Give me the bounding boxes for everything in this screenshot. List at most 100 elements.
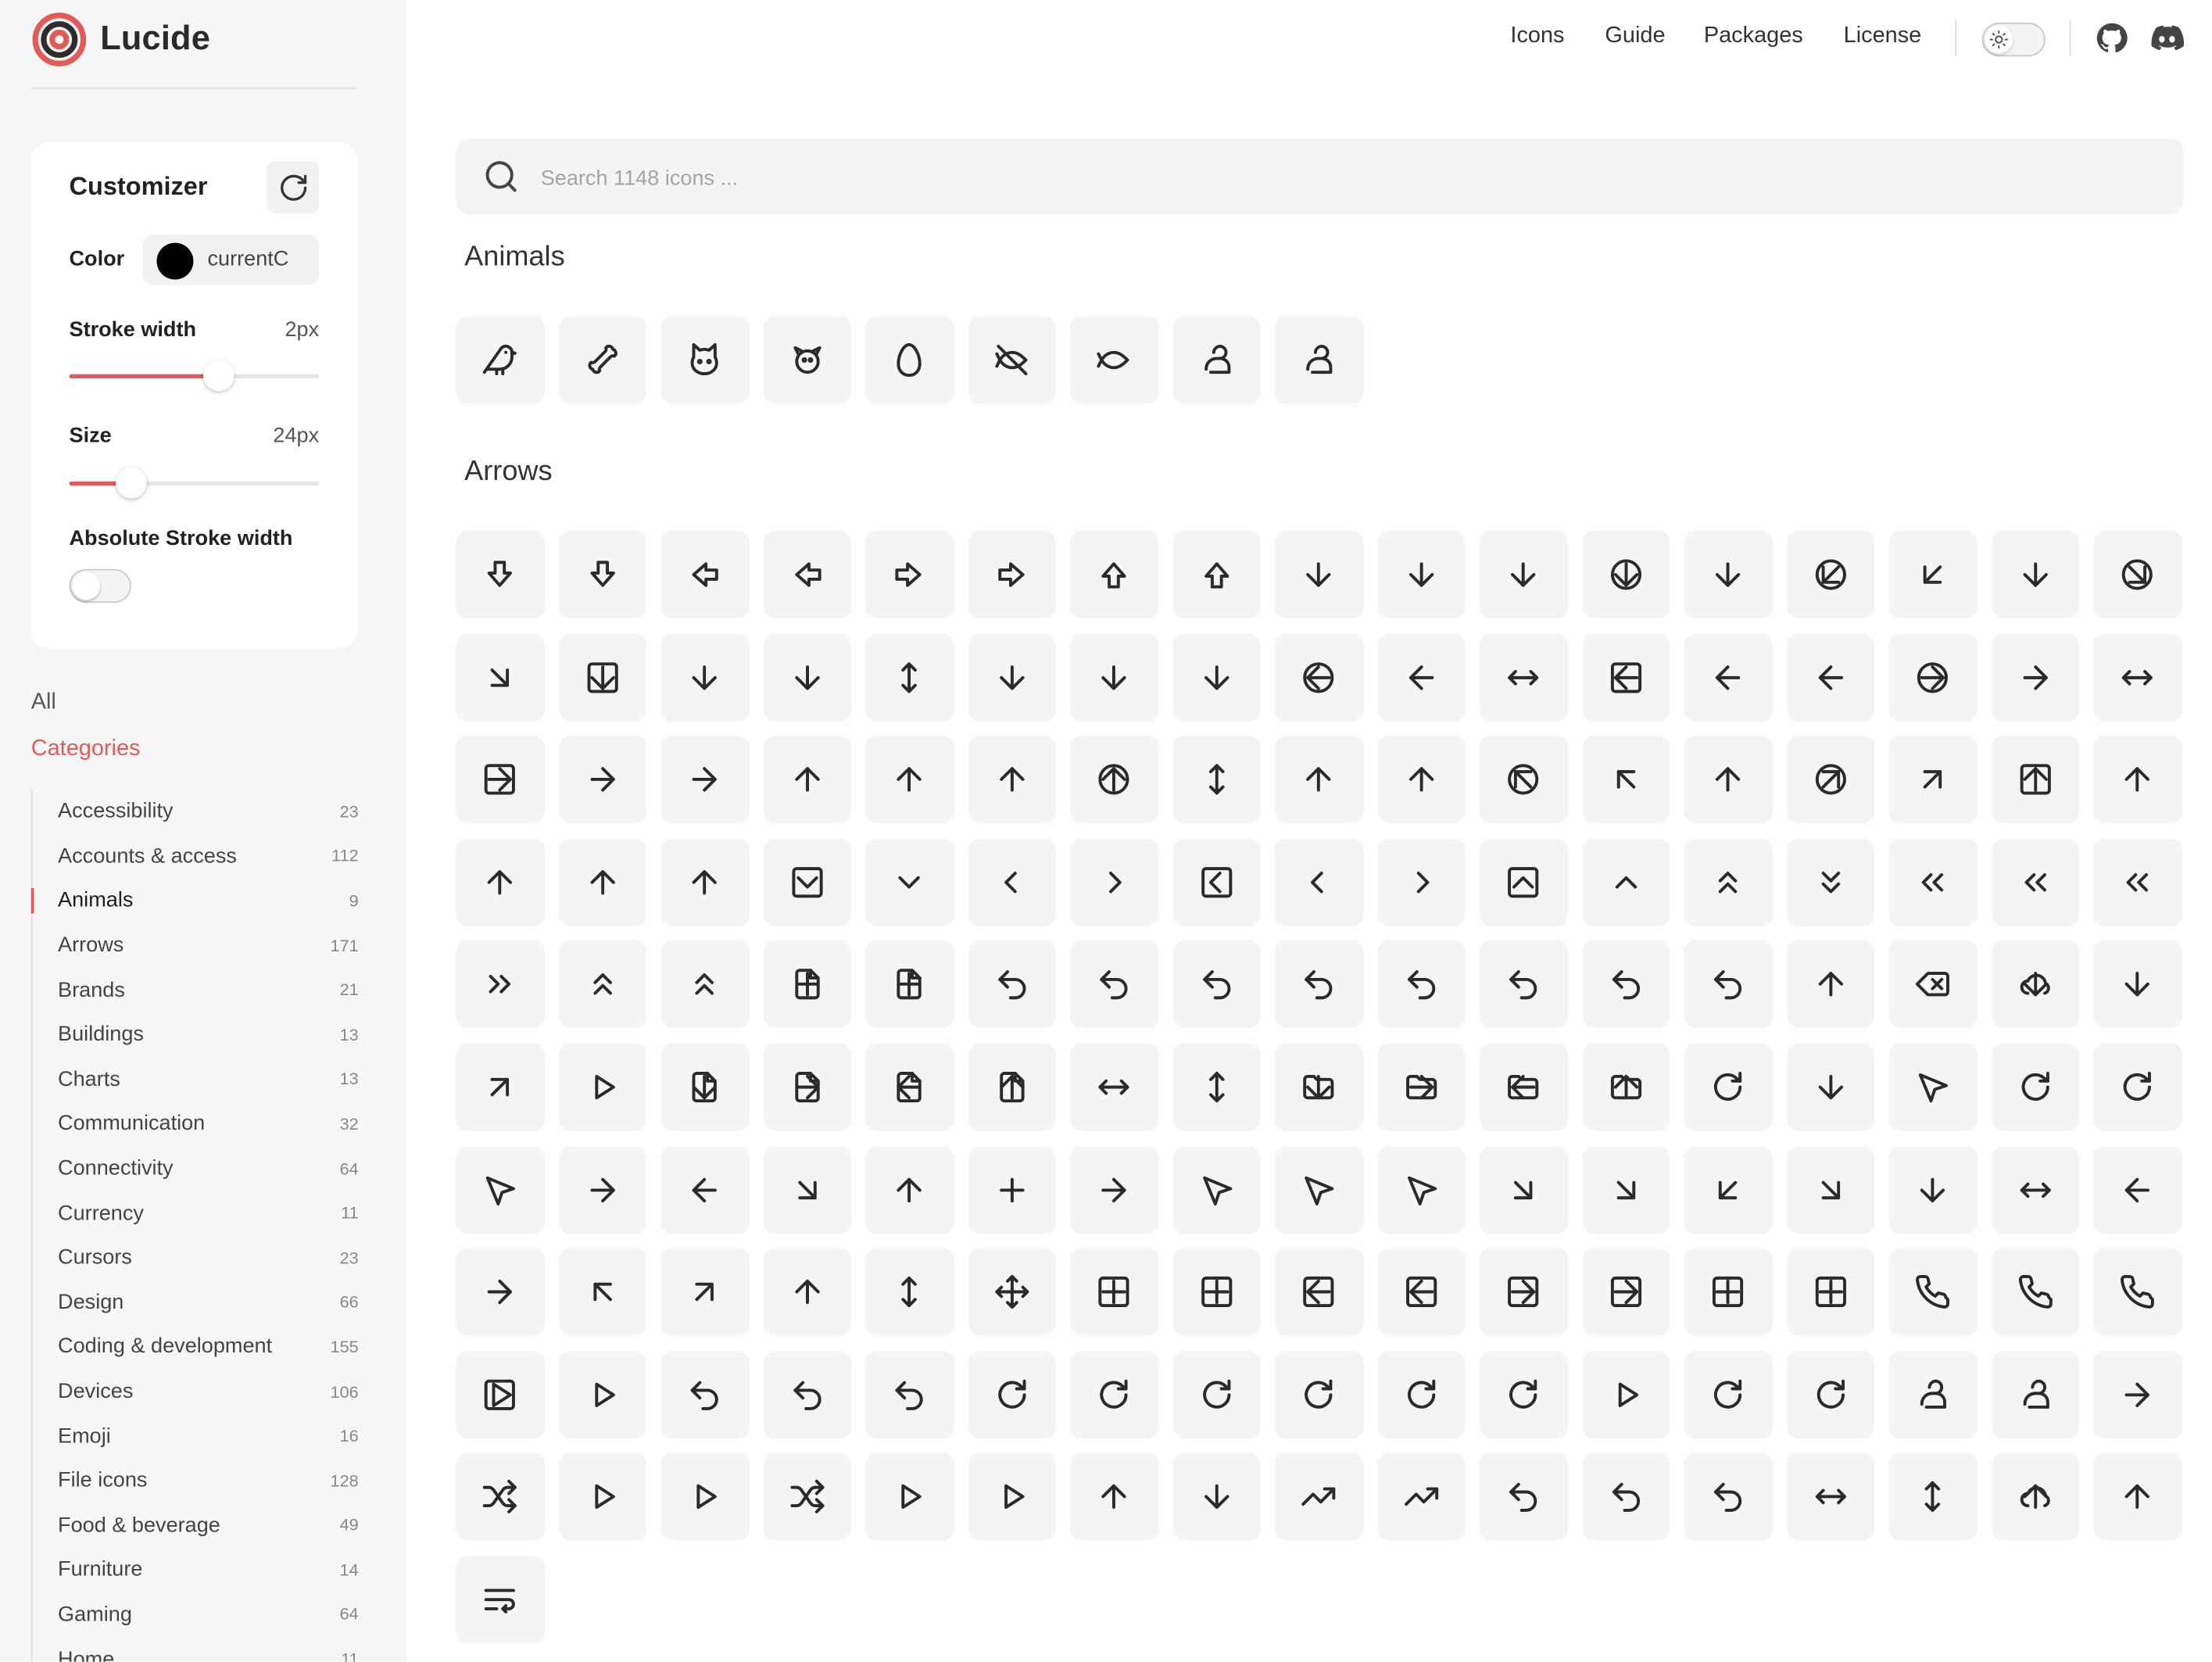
icon-tile-move-left[interactable] — [2093, 1145, 2182, 1234]
icon-tile-chevrons-left[interactable] — [1991, 838, 2080, 926]
icon-tile-phone-incoming[interactable] — [1991, 1248, 2080, 1336]
icon-tile-corner-left-up[interactable] — [1274, 940, 1363, 1029]
icon-tile-arrow-up-right[interactable] — [1888, 736, 1978, 824]
icon-tile-arrow-down-square[interactable] — [558, 633, 647, 722]
icon-tile-arrow-up-to-line[interactable] — [2093, 736, 2182, 824]
icon-tile-lasso-select[interactable] — [456, 1145, 545, 1234]
sidebar-item-currency[interactable]: Currency 11 — [33, 1191, 359, 1235]
icon-tile-fast-forward[interactable] — [558, 1043, 647, 1131]
nav-packages-link[interactable]: Packages — [1704, 24, 1803, 50]
icon-tile-arrow-up-narrow-wide[interactable] — [1684, 736, 1773, 824]
size-thumb[interactable] — [116, 467, 148, 499]
icon-tile-arrow-big-up-dash[interactable] — [1069, 531, 1158, 619]
icon-tile-step-forward[interactable] — [968, 1452, 1056, 1541]
icon-tile-arrow-up[interactable] — [660, 838, 750, 926]
icon-tile-merge[interactable] — [865, 1145, 954, 1234]
icon-tile-file-up[interactable] — [968, 1043, 1056, 1131]
icon-tile-move-diagonal-2[interactable] — [1479, 1145, 1568, 1234]
icon-tile-redo[interactable] — [865, 1350, 954, 1438]
icon-tile-panel-right-close[interactable] — [1479, 1248, 1568, 1336]
sidebar-item-coding-development[interactable]: Coding & development 155 — [33, 1324, 359, 1369]
github-icon[interactable] — [2095, 21, 2128, 55]
sidebar-item-gaming[interactable]: Gaming 64 — [33, 1592, 359, 1637]
icon-tile-arrow-up-0-1[interactable] — [763, 736, 852, 824]
icon-tile-move-down-left[interactable] — [1684, 1145, 1773, 1234]
sidebar-item-devices[interactable]: Devices 106 — [33, 1369, 359, 1413]
sidebar-item-charts[interactable]: Charts 13 — [33, 1057, 359, 1101]
icon-tile-arrow-down-right-from-circle[interactable] — [2093, 531, 2182, 619]
icon-tile-rewind[interactable] — [1581, 1350, 1670, 1438]
icon-tile-fold-vertical[interactable] — [1172, 1043, 1261, 1131]
icon-tile-arrow-up-z-a[interactable] — [558, 838, 647, 926]
icon-tile-arrow-big-left-dash[interactable] — [660, 531, 750, 619]
icon-tile-arrow-big-left[interactable] — [763, 531, 852, 619]
icon-tile-file-down[interactable] — [660, 1043, 750, 1131]
icon-tile-refresh-cw[interactable] — [1274, 1350, 1363, 1438]
icon-tile-chevron-up[interactable] — [1581, 838, 1670, 926]
icon-tile-import[interactable] — [1786, 1043, 1875, 1131]
icon-tile-delete[interactable] — [1888, 940, 1978, 1029]
icon-tile-unfold-horizontal[interactable] — [1786, 1452, 1875, 1541]
search-bar[interactable] — [456, 138, 2184, 218]
icon-tile-external-link[interactable] — [456, 1043, 545, 1131]
icon-tile-folder-input[interactable] — [1376, 1043, 1466, 1131]
icon-tile-move-up-right[interactable] — [660, 1248, 750, 1336]
icon-tile-fold-horizontal[interactable] — [1069, 1043, 1158, 1131]
icon-tile-arrow-up-right-from-circle[interactable] — [1786, 736, 1875, 824]
icon-tile-arrow-big-right-dash[interactable] — [865, 531, 954, 619]
icon-tile-arrow-right-to-line[interactable] — [558, 736, 647, 824]
icon-tile-cat[interactable] — [660, 316, 750, 404]
icon-tile-milestone[interactable] — [968, 1145, 1056, 1234]
icon-tile-arrow-left-from-line[interactable] — [1376, 633, 1466, 722]
icon-tile-chevron-down-square[interactable] — [763, 838, 852, 926]
stroke-width-slider[interactable] — [69, 360, 320, 392]
icon-tile-phone-outgoing[interactable] — [2093, 1248, 2182, 1336]
icon-tile-download[interactable] — [2093, 940, 2182, 1029]
icon-tile-arrow-up-circle[interactable] — [1069, 736, 1158, 824]
icon-tile-arrow-down-0-1[interactable] — [1274, 531, 1363, 619]
icon-tile-arrow-down-z-a[interactable] — [1069, 633, 1158, 722]
icon-tile-trending-up[interactable] — [1376, 1452, 1466, 1541]
icon-tile-panel-top-open[interactable] — [1786, 1248, 1875, 1336]
icon-tile-bird[interactable] — [456, 316, 545, 404]
icon-tile-egg[interactable] — [865, 316, 954, 404]
icon-tile-sunset[interactable] — [1172, 1452, 1261, 1541]
icon-tile-arrow-down-narrow-wide[interactable] — [1991, 531, 2080, 619]
icon-tile-panel-left-open[interactable] — [1376, 1248, 1466, 1336]
icon-tile-arrow-big-down-dash[interactable] — [456, 531, 545, 619]
icon-tile-trending-down[interactable] — [1274, 1452, 1363, 1541]
icon-tile-arrow-down-from-line[interactable] — [1684, 531, 1773, 619]
icon-tile-undo-2[interactable] — [1479, 1452, 1568, 1541]
icon-tile-panel-left-close[interactable] — [1274, 1248, 1363, 1336]
sidebar-item-connectivity[interactable]: Connectivity 64 — [33, 1146, 359, 1191]
icon-tile-chevrons-down-up[interactable] — [1684, 838, 1773, 926]
icon-tile-chevrons-down[interactable] — [1786, 838, 1875, 926]
icon-tile-corner-up-left[interactable] — [1581, 940, 1670, 1029]
icon-tile-chevron-first[interactable] — [968, 838, 1056, 926]
size-slider[interactable] — [69, 467, 320, 499]
sidebar-item-brands[interactable]: Brands 21 — [33, 968, 359, 1012]
icon-tile-refresh-cw-off[interactable] — [1172, 1350, 1261, 1438]
icon-tile-refresh-ccw-dot[interactable] — [968, 1350, 1056, 1438]
icon-tile-rat[interactable] — [1172, 316, 1261, 404]
icon-tile-panel-right-open[interactable] — [1581, 1248, 1670, 1336]
icon-tile-chevron-left[interactable] — [1274, 838, 1363, 926]
icon-tile-split[interactable] — [763, 1452, 852, 1541]
icon-tile-arrow-up-down[interactable] — [1172, 736, 1261, 824]
icon-tile-move-down-right[interactable] — [1786, 1145, 1875, 1234]
icon-tile-arrow-down-up[interactable] — [865, 633, 954, 722]
icon-tile-arrow-up-from-dot[interactable] — [1274, 736, 1363, 824]
icon-tile-chevrons-up-down[interactable] — [558, 940, 647, 1029]
icon-tile-arrow-down-to-dot[interactable] — [660, 633, 750, 722]
icon-tile-shrink[interactable] — [2093, 1350, 2182, 1438]
sidebar-item-communication[interactable]: Communication 32 — [33, 1101, 359, 1146]
icon-tile-sunrise[interactable] — [1069, 1452, 1158, 1541]
icon-tile-phone-forwarded[interactable] — [1888, 1248, 1978, 1336]
icon-tile-unfold-vertical[interactable] — [1888, 1452, 1978, 1541]
icon-tile-arrow-up-a-z[interactable] — [968, 736, 1056, 824]
icon-tile-chevron-down[interactable] — [865, 838, 954, 926]
brand-logo[interactable]: Lucide — [31, 11, 210, 67]
sidebar-item-buildings[interactable]: Buildings 13 — [33, 1012, 359, 1057]
icon-tile-rotate-cw[interactable] — [1786, 1350, 1875, 1438]
icon-tile-refresh-ccw[interactable] — [1069, 1350, 1158, 1438]
